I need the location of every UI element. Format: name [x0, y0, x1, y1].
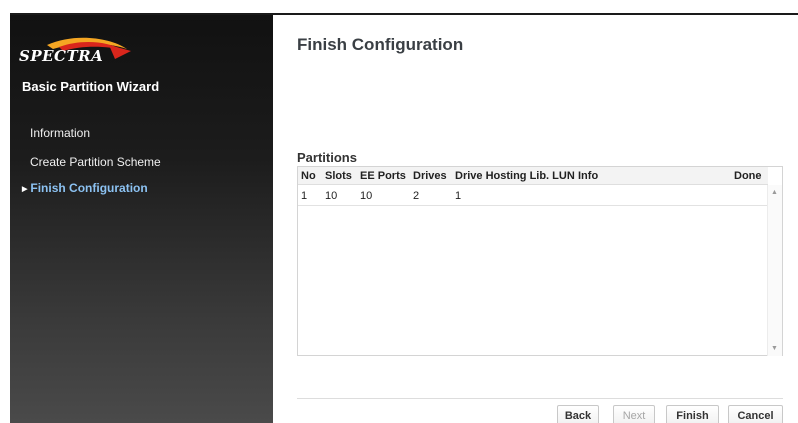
table-row[interactable]: 1 10 10 2 1 [298, 186, 768, 206]
top-bar [0, 0, 798, 14]
column-header-drives[interactable]: Drives [413, 170, 447, 182]
scroll-down-arrow-icon[interactable]: ▼ [771, 345, 778, 352]
cell-ee-ports: 10 [360, 190, 373, 202]
cell-no: 1 [301, 190, 308, 202]
table-header: No Slots EE Ports Drives Drive Hosting L… [298, 167, 768, 185]
column-header-drive-hosting-lun[interactable]: Drive Hosting Lib. LUN [455, 170, 575, 182]
finish-button[interactable]: Finish [666, 405, 719, 423]
column-header-done[interactable]: Done [734, 170, 762, 182]
column-header-no[interactable]: No [301, 170, 316, 182]
nav-item-create-partition-scheme[interactable]: Create Partition Scheme [30, 155, 161, 169]
cell-drive-hosting-lun: 1 [455, 190, 462, 202]
cell-drives: 2 [413, 190, 420, 202]
logo-text: SPECTRA [19, 47, 104, 65]
nav-item-information[interactable]: Information [30, 126, 90, 140]
cell-slots: 10 [325, 190, 338, 202]
current-step-arrow-icon: ▶ [22, 185, 28, 193]
back-button[interactable]: Back [557, 405, 599, 423]
sidebar: SPECTRA Basic Partition Wizard Informati… [10, 15, 273, 423]
wizard-title: Basic Partition Wizard [22, 79, 160, 94]
spectra-logo: SPECTRA [19, 33, 139, 65]
nav-item-label: Create Partition Scheme [30, 155, 161, 169]
partitions-table: No Slots EE Ports Drives Drive Hosting L… [297, 166, 783, 356]
cancel-button[interactable]: Cancel [728, 405, 783, 423]
page-title: Finish Configuration [297, 35, 464, 54]
nav-item-label: Information [30, 126, 91, 140]
nav-item-finish-configuration[interactable]: ▶ Finish Configuration [22, 181, 148, 195]
main-panel: Finish Configuration Partitions No Slots… [273, 15, 798, 423]
column-header-slots[interactable]: Slots [325, 170, 352, 182]
table-scrollbar[interactable]: ▲ ▼ [767, 185, 782, 356]
column-header-ee-ports[interactable]: EE Ports [360, 170, 406, 182]
section-title: Partitions [297, 150, 357, 165]
column-header-info[interactable]: Info [578, 170, 598, 182]
nav-item-label: Finish Configuration [30, 181, 148, 195]
next-button[interactable]: Next [613, 405, 655, 423]
scroll-up-arrow-icon[interactable]: ▲ [771, 189, 778, 196]
footer-divider [297, 398, 783, 399]
